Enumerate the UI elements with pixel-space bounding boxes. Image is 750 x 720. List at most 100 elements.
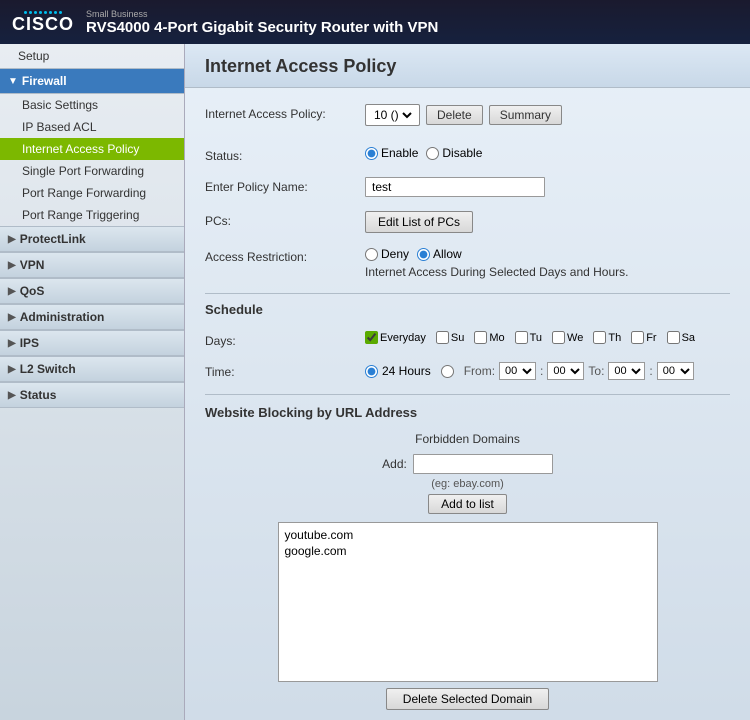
sa-checkbox[interactable] [667,331,680,344]
sa-label[interactable]: Sa [667,331,695,344]
allow-label[interactable]: Allow [417,247,462,261]
page-title: Internet Access Policy [185,44,750,88]
main-content: Internet Access Policy Internet Access P… [185,44,750,720]
deny-radio[interactable] [365,248,378,261]
ip-based-acl-label: IP Based ACL [22,120,97,134]
divider-2 [205,394,730,395]
disable-label[interactable]: Disable [426,146,482,160]
domain-list[interactable]: youtube.comgoogle.com [278,522,658,682]
su-text: Su [451,332,464,344]
from-colon: : [540,364,543,378]
sidebar-item-port-range-triggering[interactable]: Port Range Triggering [0,204,184,226]
delete-button[interactable]: Delete [426,105,483,125]
from-hour-select[interactable]: 00 [499,362,536,380]
sidebar-ips-label: IPS [20,336,39,350]
sidebar-section-qos[interactable]: ▶ QoS [0,278,184,304]
sidebar-section-firewall[interactable]: ▼ Firewall [0,68,184,94]
24hours-option[interactable]: 24 Hours [365,364,431,378]
url-blocking-section: Website Blocking by URL Address Forbidde… [205,405,730,710]
domain-list-item[interactable]: google.com [283,543,653,559]
sidebar-section-administration[interactable]: ▶ Administration [0,304,184,330]
sidebar-section-l2-switch[interactable]: ▶ L2 Switch [0,356,184,382]
we-checkbox[interactable] [552,331,565,344]
from-radio[interactable] [441,365,454,378]
we-label[interactable]: We [552,331,583,344]
to-hour-select[interactable]: 00 [608,362,645,380]
to-text: To: [588,364,604,378]
sidebar-section-vpn[interactable]: ▶ VPN [0,252,184,278]
su-checkbox[interactable] [436,331,449,344]
from-min-select[interactable]: 00 [547,362,584,380]
mo-text: Mo [489,332,504,344]
allow-text: Allow [433,247,462,261]
sidebar-setup-label: Setup [18,49,49,63]
days-row: Days: Everyday Su Mo [205,331,730,348]
we-text: We [567,332,583,344]
mo-checkbox[interactable] [474,331,487,344]
pcs-row: PCs: Edit List of PCs [205,211,730,233]
days-control: Everyday Su Mo Tu [365,331,730,344]
allow-radio[interactable] [417,248,430,261]
deny-label[interactable]: Deny [365,247,409,261]
policy-dropdown[interactable]: 10 () [370,107,415,123]
add-domain-input[interactable] [413,454,553,474]
th-label[interactable]: Th [593,331,621,344]
internet-access-policy-row: Internet Access Policy: 10 () Delete Sum… [205,104,730,132]
ips-arrow-icon: ▶ [8,338,16,349]
eg-text: (eg: ebay.com) [431,478,504,490]
fr-text: Fr [646,332,656,344]
sidebar-item-single-port-forwarding[interactable]: Single Port Forwarding [0,160,184,182]
sidebar: Setup ▼ Firewall Basic Settings IP Based… [0,44,185,720]
fr-checkbox[interactable] [631,331,644,344]
disable-radio[interactable] [426,147,439,160]
su-label[interactable]: Su [436,331,464,344]
fr-label[interactable]: Fr [631,331,656,344]
cisco-text: CISCO [12,15,74,33]
enable-label[interactable]: Enable [365,146,418,160]
sidebar-protectlink-label: ProtectLink [20,232,86,246]
domain-list-item[interactable]: youtube.com [283,527,653,543]
edit-pcs-button[interactable]: Edit List of PCs [365,211,473,233]
everyday-checkbox[interactable] [365,331,378,344]
from-option[interactable] [441,365,454,378]
tu-checkbox[interactable] [515,331,528,344]
mo-label[interactable]: Mo [474,331,504,344]
sidebar-item-port-range-forwarding[interactable]: Port Range Forwarding [0,182,184,204]
time-form-label: Time: [205,362,365,379]
to-colon: : [649,364,652,378]
sidebar-section-status[interactable]: ▶ Status [0,382,184,408]
internet-access-policy-form-label: Internet Access Policy: [205,104,365,121]
tu-label[interactable]: Tu [515,331,542,344]
firewall-arrow-icon: ▼ [8,76,18,87]
to-min-select[interactable]: 00 [657,362,694,380]
delete-selected-domain-button[interactable]: Delete Selected Domain [386,688,549,710]
add-domain-row: Add: [382,454,553,474]
sidebar-item-ip-based-acl[interactable]: IP Based ACL [0,116,184,138]
sidebar-item-internet-access-policy[interactable]: Internet Access Policy [0,138,184,160]
sidebar-item-setup[interactable]: Setup [0,44,184,68]
policy-name-input[interactable]: test [365,177,545,197]
basic-settings-label: Basic Settings [22,98,98,112]
sidebar-section-ips[interactable]: ▶ IPS [0,330,184,356]
status-arrow-icon: ▶ [8,390,16,401]
summary-button[interactable]: Summary [489,105,562,125]
24hours-radio[interactable] [365,365,378,378]
sidebar-section-protectlink[interactable]: ▶ ProtectLink [0,226,184,252]
policy-select-wrapper[interactable]: 10 () [365,104,420,126]
internet-access-policy-control: 10 () Delete Summary [365,104,730,132]
policy-name-row: Enter Policy Name: test [205,177,730,197]
vpn-arrow-icon: ▶ [8,260,16,271]
protectlink-arrow-icon: ▶ [8,234,16,245]
sidebar-item-basic-settings[interactable]: Basic Settings [0,94,184,116]
sidebar-vpn-label: VPN [20,258,45,272]
content-area: Internet Access Policy: 10 () Delete Sum… [185,88,750,720]
internet-access-policy-label: Internet Access Policy [22,142,139,156]
everyday-label[interactable]: Everyday [365,331,426,344]
enable-radio[interactable] [365,147,378,160]
status-radio-group: Enable Disable [365,146,730,160]
policy-name-control: test [365,177,730,197]
add-to-list-button[interactable]: Add to list [428,494,507,514]
status-row: Status: Enable Disable [205,146,730,163]
th-checkbox[interactable] [593,331,606,344]
sidebar-firewall-label: Firewall [22,74,67,88]
